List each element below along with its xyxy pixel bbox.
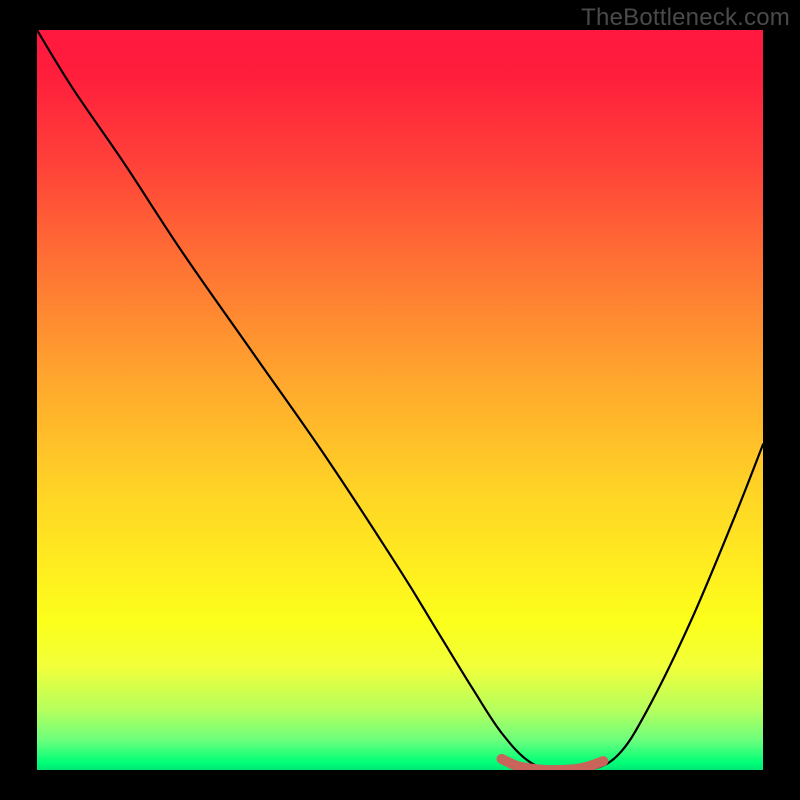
chart-frame: TheBottleneck.com: [0, 0, 800, 800]
plot-area: [37, 30, 763, 770]
curve-svg: [37, 30, 763, 770]
watermark-text: TheBottleneck.com: [581, 4, 790, 32]
min-marker-curve: [502, 759, 604, 770]
bottleneck-curve: [37, 30, 763, 770]
